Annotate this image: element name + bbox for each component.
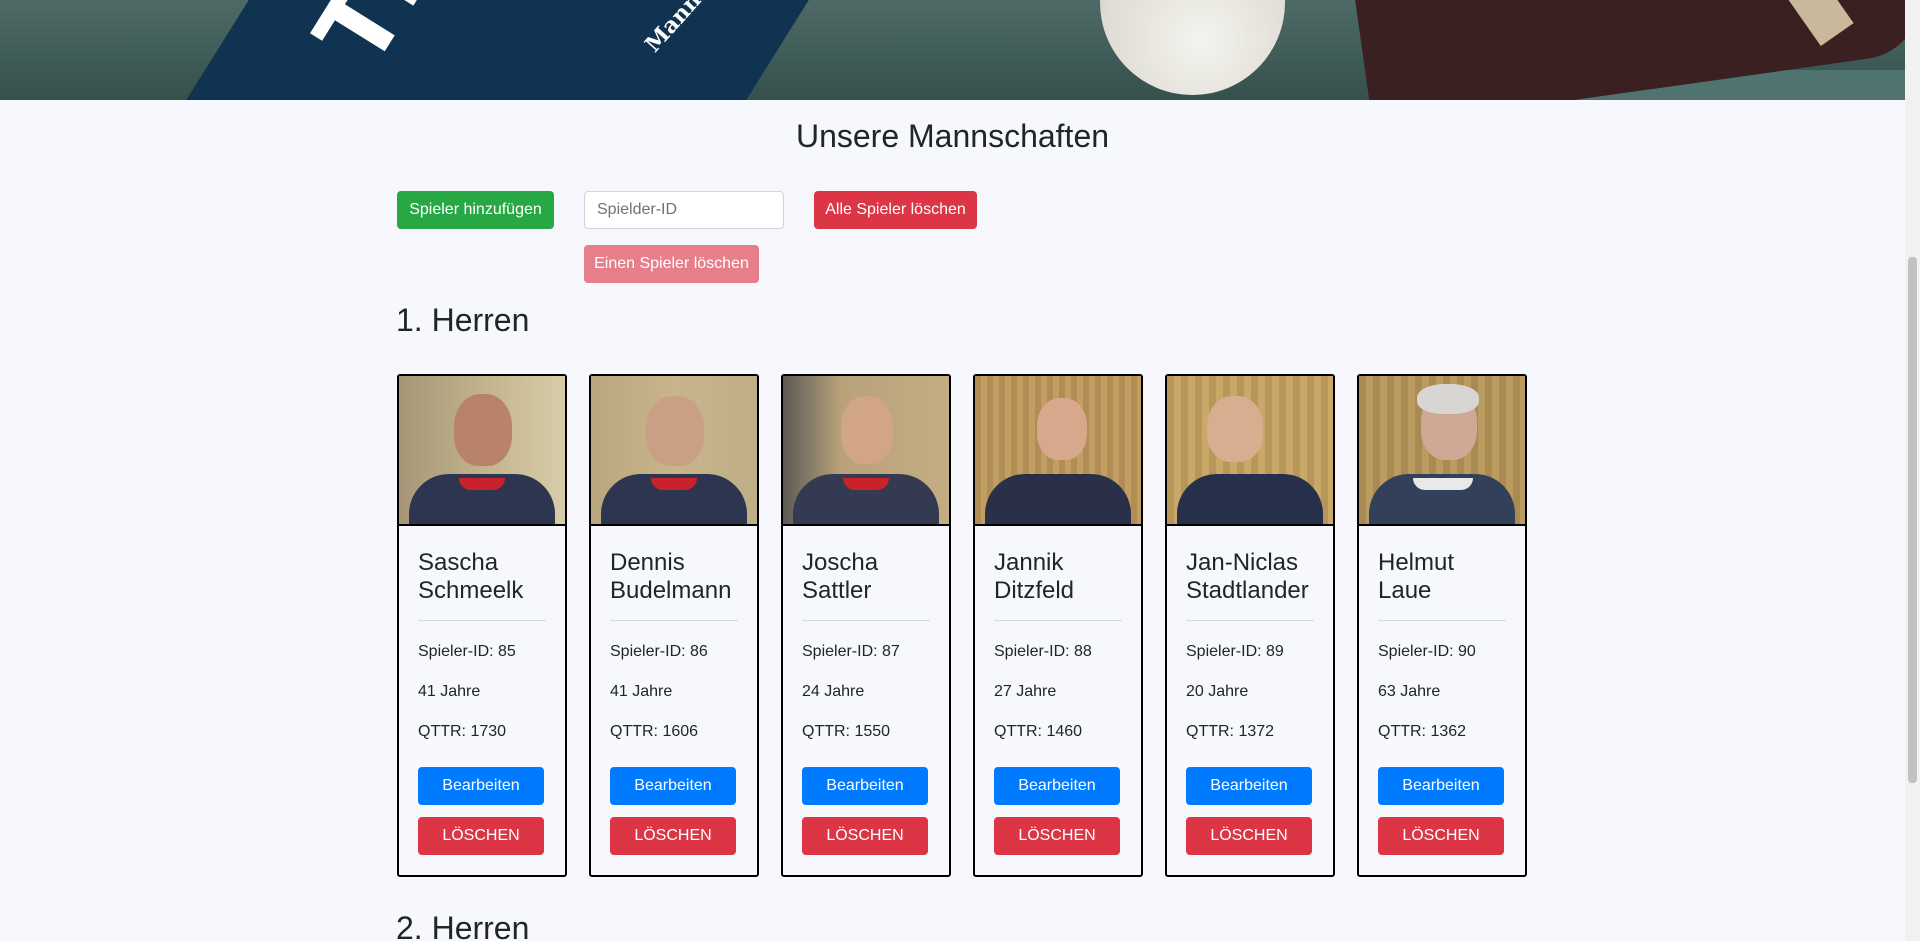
delete-player-button[interactable]: LÖSCHEN: [418, 817, 544, 855]
player-qttr: QTTR: 1362: [1378, 723, 1467, 740]
player-card: Jannik Ditzfeld Spieler-ID: 88 27 Jahre …: [973, 374, 1143, 877]
player-photo: [1359, 376, 1525, 526]
player-age: 41 Jahre: [418, 683, 481, 700]
team-title: 2. Herren: [396, 910, 530, 941]
scrollbar-thumb[interactable]: [1908, 257, 1917, 783]
player-qttr: QTTR: 1550: [802, 723, 891, 740]
player-id-label: Spieler-ID: 90: [1378, 643, 1476, 660]
player-photo: [783, 376, 949, 526]
hero-banner: Tisc Mannscha: [0, 0, 1905, 100]
player-name: Jannik Ditzfeld: [994, 549, 1075, 604]
player-name: Dennis Budelmann: [610, 549, 732, 604]
player-name: Joscha Sattler: [802, 549, 879, 604]
player-id-label: Spieler-ID: 87: [802, 643, 900, 660]
team-title: 1. Herren: [396, 302, 530, 338]
edit-player-button[interactable]: Bearbeiten: [802, 767, 928, 805]
divider: [418, 620, 546, 621]
player-photo: [975, 376, 1141, 526]
delete-player-button[interactable]: LÖSCHEN: [1378, 817, 1504, 855]
player-qttr: QTTR: 1372: [1186, 723, 1275, 740]
page-scrollbar[interactable]: [1905, 0, 1920, 941]
player-id-label: Spieler-ID: 89: [1186, 643, 1284, 660]
player-name: Helmut Laue: [1378, 549, 1455, 604]
player-card: Jan-Niclas Stadtlander Spieler-ID: 89 20…: [1165, 374, 1335, 877]
player-id-label: Spieler-ID: 85: [418, 643, 516, 660]
player-photo: [591, 376, 757, 526]
player-id-label: Spieler-ID: 86: [610, 643, 708, 660]
divider: [1378, 620, 1506, 621]
delete-all-players-button[interactable]: Alle Spieler löschen: [814, 191, 977, 229]
edit-player-button[interactable]: Bearbeiten: [418, 767, 544, 805]
player-card-list: Sascha Schmeelk Spieler-ID: 85 41 Jahre …: [397, 374, 1527, 877]
delete-player-button[interactable]: LÖSCHEN: [1186, 817, 1312, 855]
player-age: 41 Jahre: [610, 683, 673, 700]
delete-player-button[interactable]: LÖSCHEN: [610, 817, 736, 855]
divider: [802, 620, 930, 621]
player-card: Dennis Budelmann Spieler-ID: 86 41 Jahre…: [589, 374, 759, 877]
divider: [994, 620, 1122, 621]
edit-player-button[interactable]: Bearbeiten: [1186, 767, 1312, 805]
delete-player-button[interactable]: LÖSCHEN: [994, 817, 1120, 855]
player-id-label: Spieler-ID: 88: [994, 643, 1092, 660]
delete-player-button[interactable]: LÖSCHEN: [802, 817, 928, 855]
player-age: 63 Jahre: [1378, 683, 1441, 700]
page-title: Unsere Mannschaften: [795, 118, 1110, 154]
ping-pong-ball-image: [1100, 0, 1285, 95]
player-id-input[interactable]: [584, 191, 784, 229]
player-qttr: QTTR: 1730: [418, 723, 507, 740]
banner-panel: [136, 0, 884, 100]
player-qttr: QTTR: 1460: [994, 723, 1083, 740]
edit-player-button[interactable]: Bearbeiten: [994, 767, 1120, 805]
player-name: Jan-Niclas Stadtlander: [1186, 549, 1309, 604]
player-card: Sascha Schmeelk Spieler-ID: 85 41 Jahre …: [397, 374, 567, 877]
player-age: 20 Jahre: [1186, 683, 1249, 700]
player-age: 24 Jahre: [802, 683, 865, 700]
add-player-button[interactable]: Spieler hinzufügen: [397, 191, 554, 229]
divider: [1186, 620, 1314, 621]
player-name: Sascha Schmeelk: [418, 549, 524, 604]
player-photo: [1167, 376, 1333, 526]
player-photo: [399, 376, 565, 526]
player-age: 27 Jahre: [994, 683, 1057, 700]
player-card: Joscha Sattler Spieler-ID: 87 24 Jahre Q…: [781, 374, 951, 877]
delete-one-player-button[interactable]: Einen Spieler löschen: [584, 245, 759, 283]
edit-player-button[interactable]: Bearbeiten: [610, 767, 736, 805]
edit-player-button[interactable]: Bearbeiten: [1378, 767, 1504, 805]
player-card: Helmut Laue Spieler-ID: 90 63 Jahre QTTR…: [1357, 374, 1527, 877]
player-qttr: QTTR: 1606: [610, 723, 699, 740]
divider: [610, 620, 738, 621]
